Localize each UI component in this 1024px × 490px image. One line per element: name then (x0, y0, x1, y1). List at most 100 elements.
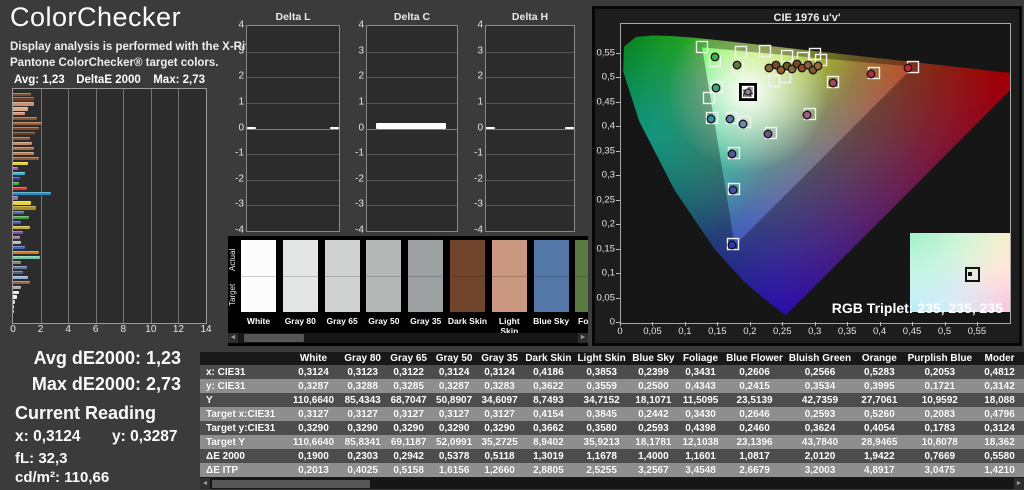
table-cell: 0,2566 (786, 365, 854, 379)
delta-chart-frame (366, 25, 458, 232)
y-tick-label: 3 (228, 45, 244, 56)
table-cell: 1,9422 (854, 449, 904, 463)
table-cell: 0,2593 (629, 421, 678, 435)
table-cell: 2,0120 (786, 449, 854, 463)
gridline (486, 77, 574, 78)
y-tick-label: 1 (228, 96, 244, 107)
table-cell: 0,4812 (975, 365, 1024, 379)
table-cell: 12,1038 (678, 435, 723, 449)
scroll-left-icon[interactable]: ◄ (200, 478, 210, 489)
table-cell: 18,1781 (629, 435, 678, 449)
table-cell: 0,3287 (288, 379, 340, 393)
cie-y-tick (616, 102, 620, 103)
row-label: Target y:CIE31 (200, 421, 288, 435)
y-tick-label: -4 (467, 225, 483, 236)
gridline (486, 129, 574, 130)
x-tick-label: 4 (65, 324, 71, 335)
cie-diagram-panel: CIE 1976 u'v' 0,550,50,450,40,350,30,250… (592, 6, 1022, 346)
cie-y-tick-label: 0,5 (595, 72, 615, 83)
table-cell: 0,3283 (477, 379, 522, 393)
cie-y-tick (616, 298, 620, 299)
swatch-label: Gray 35 (405, 316, 446, 326)
table-cell: 34,7152 (574, 393, 628, 407)
swatch-split-line (241, 276, 276, 277)
cie-measured-dot (707, 115, 715, 123)
row-label: Target Y (200, 435, 288, 449)
cie-x-tick (945, 322, 946, 326)
cie-measured-dot (814, 62, 822, 70)
table-cell: 0,2606 (723, 365, 786, 379)
cie-y-tick (616, 77, 620, 78)
gridline (178, 89, 179, 323)
table-cell: 0,3290 (288, 421, 340, 435)
table-cell: 0,3290 (431, 421, 476, 435)
gridline (247, 180, 339, 181)
table-cell: 18,362 (975, 435, 1024, 449)
y-tick-label: 1 (348, 96, 364, 107)
cie-y-tick-label: 0,2 (595, 219, 615, 230)
table-cell: 0,3123 (339, 365, 386, 379)
cie-measured-dot (712, 84, 720, 92)
cie-y-tick (616, 249, 620, 250)
colorchecker-window: ColorChecker Display analysis is perform… (0, 0, 1024, 490)
de2000-bar (13, 122, 42, 125)
cie-y-tick-label: 0,25 (595, 194, 615, 205)
y-tick-label: -3 (228, 199, 244, 210)
swatch-gray-35 (408, 240, 443, 312)
gridline (247, 77, 339, 78)
de2000-bar (13, 281, 30, 284)
gridline (367, 205, 457, 206)
cie-x-tick (782, 322, 783, 326)
de2000-bar (13, 216, 29, 219)
gridline (247, 103, 339, 104)
swatch-scrollbar[interactable]: ◄ ► (228, 333, 588, 343)
gridline (367, 103, 457, 104)
table-cell: 0,4154 (522, 407, 574, 421)
de2000-chart-header: Avg: 1,23 DeltaE 2000 Max: 2,73 (12, 74, 205, 87)
column-header: Purplish Blue (905, 352, 975, 365)
delta-value-dash (565, 127, 574, 129)
de2000-bar (13, 152, 34, 155)
de2000-bar (13, 236, 20, 239)
de2000-bar (13, 112, 25, 115)
de2000-bar (13, 187, 27, 190)
table-cell: 0,3559 (574, 379, 628, 393)
de2000-bar (13, 246, 25, 249)
table-cell: 0,2053 (905, 365, 975, 379)
cie-plot-area (620, 23, 1011, 324)
gridline (486, 52, 574, 53)
de2000-bar (13, 177, 20, 180)
cie-measured-dot (711, 53, 719, 61)
table-cell: 0,3127 (339, 407, 386, 421)
table-cell: 0,3662 (522, 421, 574, 435)
target-row-label: Target (228, 278, 239, 312)
y-tick-label: -3 (348, 199, 364, 210)
scroll-right-icon[interactable]: ► (578, 333, 588, 343)
de2000-bar (13, 127, 39, 130)
delta-chart-title: Delta L (246, 11, 340, 23)
de2000-bar (13, 102, 34, 105)
y-tick-label: 2 (348, 71, 364, 82)
de2000-bar (13, 132, 35, 135)
cie-x-tick (847, 322, 848, 326)
table-scrollbar[interactable]: ◄ ► (200, 478, 1024, 489)
table-cell: 1,1601 (678, 449, 723, 463)
scroll-right-icon[interactable]: ► (1014, 478, 1024, 489)
de2000-x-axis: 02468101214 (12, 324, 207, 336)
table-cell: 0,3290 (477, 421, 522, 435)
table-cell: 50,8907 (431, 393, 476, 407)
scroll-left-icon[interactable]: ◄ (228, 333, 238, 343)
y-tick-label: 0 (467, 122, 483, 133)
de2000-bar (13, 117, 37, 120)
cie-measured-dot (829, 79, 837, 87)
table-row: ΔE ITP0,20130,40250,51581,61561,26602,88… (200, 463, 1024, 477)
de2000-bar (13, 221, 21, 224)
table-scrollbar-thumb[interactable] (212, 480, 370, 488)
swatch-split-line (575, 276, 588, 277)
table-cell: 0,4054 (854, 421, 904, 435)
x-tick-label: 6 (93, 324, 99, 335)
table-cell: 52,0991 (431, 435, 476, 449)
delta-value-bar (376, 123, 446, 128)
de2000-bar (13, 201, 31, 204)
swatch-scrollbar-thumb[interactable] (244, 334, 304, 342)
